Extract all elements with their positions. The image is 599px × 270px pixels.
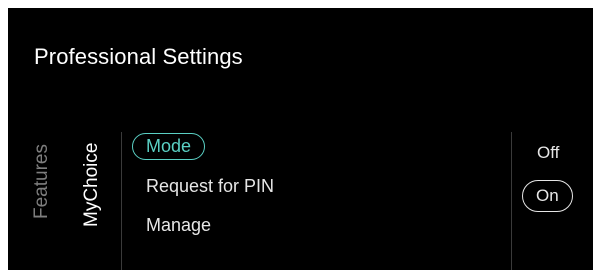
settings-panel: Professional Settings Features MyChoice … [8, 8, 593, 270]
menu-item-request-for-pin[interactable]: Request for PIN [146, 176, 274, 197]
tab-mychoice[interactable]: MyChoice [81, 130, 103, 240]
tab-features[interactable]: Features [31, 124, 53, 240]
option-off[interactable]: Off [537, 143, 559, 163]
page-title: Professional Settings [34, 44, 243, 69]
menu-item-mode[interactable]: Mode [132, 133, 206, 160]
options-divider [511, 132, 512, 270]
menu-divider [121, 132, 122, 270]
option-on[interactable]: On [522, 180, 573, 212]
menu-item-manage[interactable]: Manage [146, 215, 211, 236]
